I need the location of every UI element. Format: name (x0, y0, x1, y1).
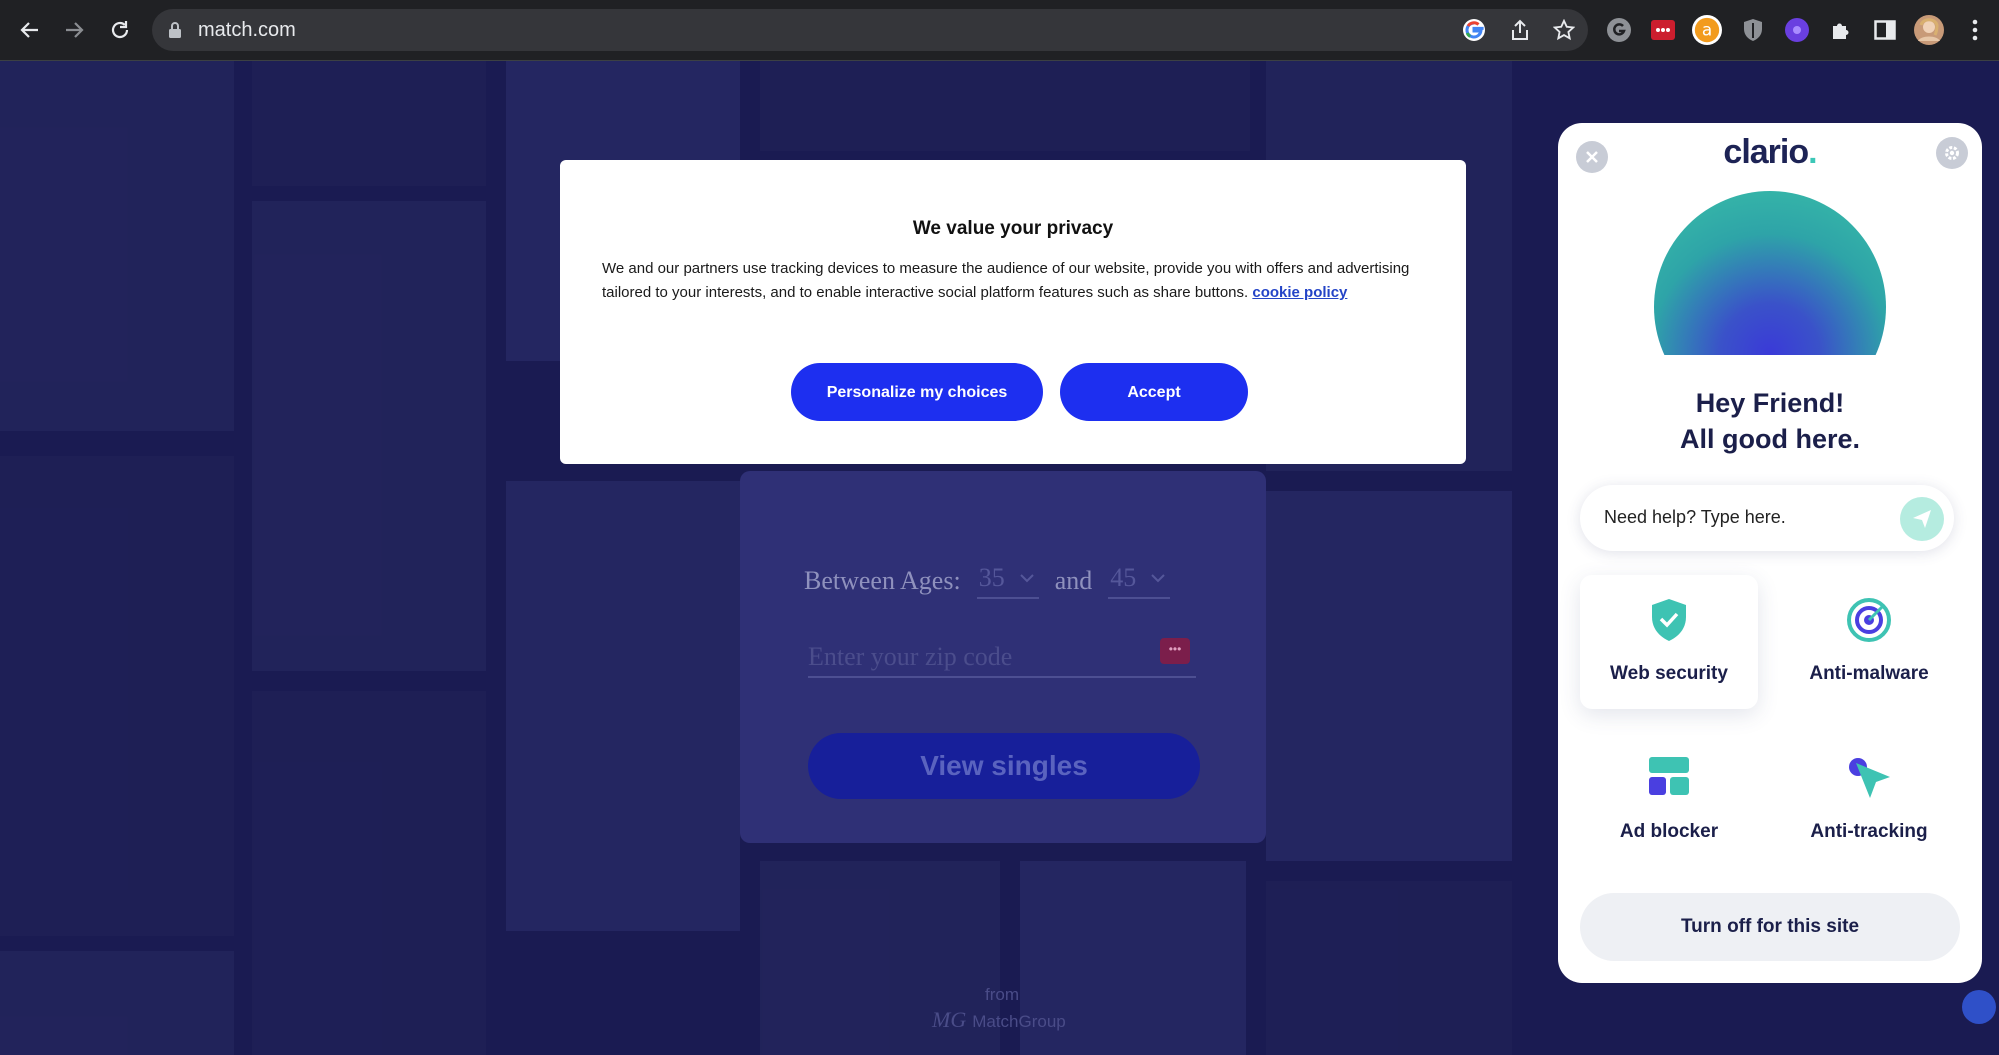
privacy-modal: We value your privacy We and our partner… (560, 160, 1466, 464)
side-panel-icon[interactable] (1870, 15, 1900, 45)
kebab-menu-icon[interactable] (1960, 15, 1990, 45)
anti-tracking-icon (1780, 755, 1958, 801)
share-icon[interactable] (1508, 18, 1532, 42)
back-button[interactable] (14, 14, 46, 46)
lastpass-extension-icon[interactable] (1648, 15, 1678, 45)
settings-button[interactable] (1936, 137, 1968, 169)
status-orb (1654, 191, 1886, 355)
modal-body: We and our partners use tracking devices… (602, 260, 1410, 301)
shield-extension-icon[interactable] (1738, 15, 1768, 45)
reload-button[interactable] (104, 14, 136, 46)
send-icon (1913, 510, 1931, 528)
web-security-tile[interactable]: Web security (1580, 575, 1758, 709)
clario-logo: clario. (1723, 133, 1817, 171)
ad-blocker-tile[interactable]: Ad blocker (1580, 733, 1758, 867)
greeting: Hey Friend! All good here. (1679, 388, 1860, 454)
chevron-down-icon (1151, 574, 1165, 583)
google-icon[interactable] (1462, 18, 1486, 42)
chevron-down-icon (1019, 574, 1034, 583)
address-bar[interactable]: match.com (152, 9, 1588, 51)
turn-off-button[interactable]: Turn off for this site (1580, 893, 1960, 961)
age-max-select[interactable]: 45 (1108, 563, 1171, 599)
view-singles-button[interactable]: View singles (808, 733, 1200, 799)
cookie-policy-link[interactable]: cookie policy (1252, 284, 1347, 301)
help-input[interactable]: Need help? Type here. (1580, 485, 1954, 551)
browser-toolbar: match.com a (0, 0, 1999, 61)
from-label: from (985, 985, 1019, 1004)
ad-blocker-icon (1580, 755, 1758, 797)
lastpass-field-icon[interactable]: ••• (1160, 638, 1190, 664)
shield-check-icon (1580, 597, 1758, 643)
send-button[interactable] (1900, 497, 1944, 541)
anti-tracking-tile[interactable]: Anti-tracking (1780, 733, 1958, 867)
age-min-select[interactable]: 35 (976, 563, 1039, 599)
gear-icon (1945, 146, 1959, 160)
floating-assistant-button[interactable] (1962, 990, 1996, 1024)
modal-title: We value your privacy (912, 218, 1114, 239)
matchgroup-logo: MG MatchGroup (932, 1007, 1066, 1032)
forward-button[interactable] (58, 14, 90, 46)
age-range: Between Ages: 35 and 45 (804, 563, 1186, 599)
and-label: and (1054, 566, 1093, 595)
amazon-assistant-icon[interactable]: a (1692, 15, 1722, 45)
lock-icon (168, 21, 182, 44)
personalize-choices-button[interactable]: Personalize my choices (791, 363, 1043, 421)
search-card: Between Ages: 35 and 45 Enter your zip c… (740, 471, 1266, 843)
radar-icon (1780, 597, 1958, 643)
clario-panel: clario. Hey Friend! All good here. Need … (1558, 123, 1982, 983)
clario-extension-icon[interactable] (1782, 15, 1812, 45)
svg-text:a: a (1702, 20, 1712, 40)
url-text: match.com (198, 19, 296, 41)
between-label: Between Ages: (804, 566, 961, 595)
profile-avatar[interactable] (1914, 15, 1944, 45)
anti-malware-tile[interactable]: Anti-malware (1780, 575, 1958, 709)
puzzle-extensions-icon[interactable] (1826, 15, 1856, 45)
grammarly-extension-icon[interactable] (1604, 15, 1634, 45)
zip-code-input[interactable]: Enter your zip code ••• (808, 636, 1196, 678)
accept-button[interactable]: Accept (1060, 363, 1248, 421)
star-icon[interactable] (1552, 18, 1576, 42)
